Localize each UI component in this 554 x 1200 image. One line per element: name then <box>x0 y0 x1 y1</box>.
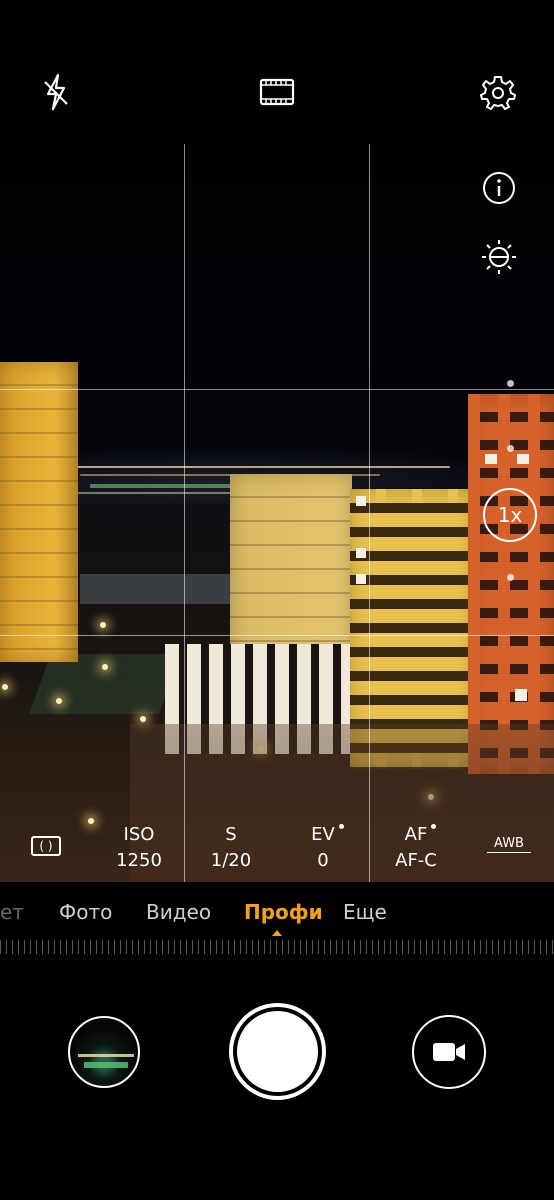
awb-label: AWB <box>494 836 524 851</box>
ev-label: EV <box>311 824 335 845</box>
lit-window <box>356 496 366 506</box>
grid-line-v2 <box>369 144 370 882</box>
street-lamp <box>100 622 106 628</box>
shutter-inner <box>237 1011 318 1092</box>
mode-photo[interactable]: Фото <box>59 900 112 924</box>
zoom-dot[interactable] <box>507 380 514 387</box>
street-lamp <box>88 818 94 824</box>
street-lamp <box>2 684 8 690</box>
metering-icon[interactable]: ( ) <box>31 836 61 856</box>
af-label: AF <box>404 824 428 845</box>
video-record-button[interactable] <box>412 1015 486 1089</box>
mode-video[interactable]: Видео <box>146 900 211 924</box>
camera-viewfinder[interactable]: 1x ( ) ISO 1250 S 1/20 EV 0 AF AF-C AWB <box>0 144 554 882</box>
ev-param[interactable]: EV 0 <box>283 822 363 874</box>
video-camera-icon <box>433 1043 465 1061</box>
iso-label: ISO <box>123 824 155 845</box>
zoom-dot[interactable] <box>507 445 514 452</box>
left-building <box>0 362 78 662</box>
awb-param[interactable]: AWB <box>487 836 531 853</box>
mode-pro[interactable]: Профи <box>244 900 323 924</box>
shutter-speed-param[interactable]: S 1/20 <box>191 822 271 874</box>
lit-window <box>515 689 527 701</box>
lit-window <box>356 574 366 584</box>
zoom-button[interactable]: 1x <box>483 488 537 542</box>
shutter-speed-value: 1/20 <box>210 850 252 871</box>
street-lamp <box>102 664 108 670</box>
zoom-dot[interactable] <box>507 574 514 581</box>
brightness-icon[interactable] <box>480 238 518 276</box>
low-building <box>80 574 230 604</box>
flash-off-icon[interactable] <box>34 70 78 114</box>
lit-window <box>485 454 497 464</box>
active-mode-caret-icon <box>272 930 282 936</box>
af-param[interactable]: AF AF-C <box>376 822 456 874</box>
grid-line-h2 <box>0 635 554 636</box>
iso-param[interactable]: ISO 1250 <box>99 822 179 874</box>
courtyard-lawn <box>29 654 181 714</box>
gear-icon[interactable] <box>476 70 520 114</box>
mode-more[interactable]: Еще <box>343 900 387 924</box>
af-value: AF-C <box>395 850 437 871</box>
ev-value: 0 <box>317 850 329 871</box>
shutter-speed-label: S <box>225 824 237 845</box>
street-lamp <box>56 698 62 704</box>
mode-scroll-ticks <box>0 940 554 954</box>
info-icon[interactable] <box>481 170 517 206</box>
zoom-label: 1x <box>497 503 523 527</box>
grid-line-v1 <box>184 144 185 882</box>
mode-partial[interactable]: ет <box>0 900 24 924</box>
ev-indicator-dot <box>339 824 344 829</box>
shutter-button[interactable] <box>229 1003 326 1100</box>
af-indicator-dot <box>431 824 436 829</box>
top-bar <box>0 0 554 144</box>
film-aspect-icon[interactable] <box>255 70 299 114</box>
iso-value: 1250 <box>116 850 162 871</box>
lit-window <box>517 454 529 464</box>
street-lamp <box>140 716 146 722</box>
lit-window <box>356 548 366 558</box>
grid-line-h1 <box>0 389 554 390</box>
gallery-thumbnail[interactable] <box>68 1016 140 1088</box>
